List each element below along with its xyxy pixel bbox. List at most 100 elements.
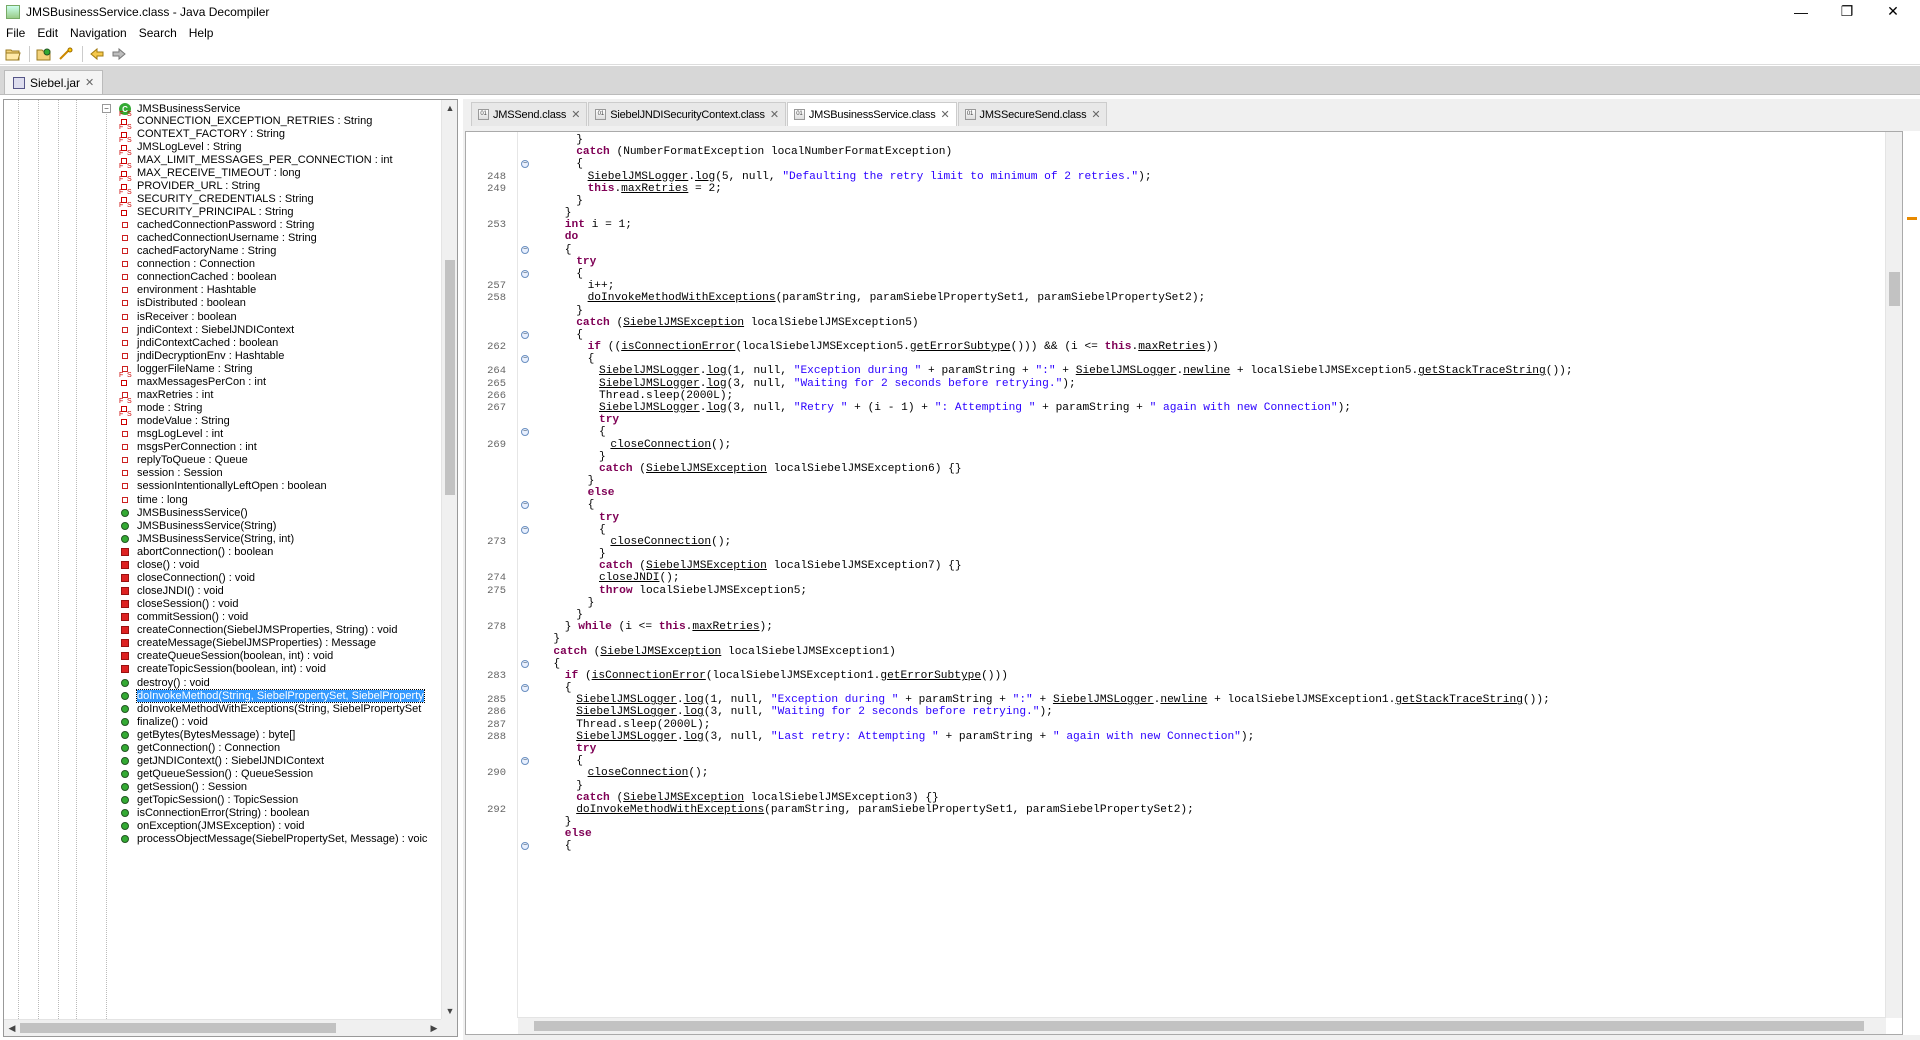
tree-member[interactable]: abortConnection() : boolean xyxy=(119,545,273,558)
tree-member[interactable]: time : long xyxy=(119,493,188,506)
code-token[interactable]: SiebelJMSLogger xyxy=(576,694,677,706)
tree-vertical-scrollbar[interactable]: ▲ ▼ xyxy=(441,100,457,1019)
code-token[interactable]: log xyxy=(695,171,715,183)
tree-member[interactable]: jndiContext : SiebelJNDIContext xyxy=(119,323,294,336)
code-token[interactable]: closeJNDI xyxy=(599,572,659,584)
tree-member[interactable]: sessionIntentionallyLeftOpen : boolean xyxy=(119,480,327,493)
close-tab-icon[interactable]: ✕ xyxy=(85,76,94,89)
code-token[interactable]: SiebelJMSLogger xyxy=(576,731,677,743)
fold-toggle-icon[interactable]: − xyxy=(521,245,529,254)
tree-member[interactable]: createTopicSession(boolean, int) : void xyxy=(119,663,326,676)
close-tab-icon[interactable]: ✕ xyxy=(770,108,779,121)
tree-member[interactable]: getTopicSession() : TopicSession xyxy=(119,794,298,807)
tree-member[interactable]: JMSBusinessService(String, int) xyxy=(119,532,294,545)
tree-member[interactable]: F S maxMessagesPerCon : int xyxy=(119,372,266,388)
tree-member[interactable]: msgsPerConnection : int xyxy=(119,441,257,454)
tree-member[interactable]: jndiDecryptionEnv : Hashtable xyxy=(119,349,284,362)
close-tab-icon[interactable]: ✕ xyxy=(571,108,580,121)
tree-member[interactable]: closeJNDI() : void xyxy=(119,585,224,598)
fold-toggle-icon[interactable]: − xyxy=(521,355,529,364)
tree-member[interactable]: environment : Hashtable xyxy=(119,284,256,297)
code-token[interactable]: isConnectionError xyxy=(592,670,706,682)
scroll-up-icon[interactable]: ▲ xyxy=(442,100,457,116)
tree-member[interactable]: getJNDIContext() : SiebelJNDIContext xyxy=(119,754,324,767)
tree-member[interactable]: session : Session xyxy=(119,467,223,480)
tree-member[interactable]: F S PROVIDER_URL : String xyxy=(119,176,260,192)
tree-member[interactable]: isReceiver : boolean xyxy=(119,310,237,323)
code-token[interactable]: closeConnection xyxy=(610,536,711,548)
code-token[interactable]: log xyxy=(706,402,726,414)
tree-member[interactable]: destroy() : void xyxy=(119,676,210,689)
editor-vertical-scrollbar[interactable] xyxy=(1885,132,1902,1018)
tree-member[interactable]: createMessage(SiebelJMSProperties) : Mes… xyxy=(119,637,376,650)
references-icon[interactable] xyxy=(56,45,76,63)
code-editor[interactable]: − 248 249 253 − − 257 258 − 262 − 264 265 266 267 − 269 −… xyxy=(465,131,1903,1035)
tree-member[interactable]: getBytes(BytesMessage) : byte[] xyxy=(119,728,295,741)
editor-tab[interactable]: 01 SiebelJNDISecurityContext.class ✕ xyxy=(588,102,786,126)
tree-member[interactable]: msgLogLevel : int xyxy=(119,428,223,441)
restore-button[interactable]: ❐ xyxy=(1824,0,1870,23)
tree-member[interactable]: cachedConnectionPassword : String xyxy=(119,219,314,232)
code-token[interactable]: SiebelJMSLogger xyxy=(588,171,689,183)
code-token[interactable]: log xyxy=(684,694,704,706)
code-token[interactable]: maxRetries xyxy=(692,621,759,633)
tree-member[interactable]: JMSBusinessService() xyxy=(119,506,248,519)
collapse-expander[interactable]: − xyxy=(102,104,111,113)
tree-member[interactable]: onException(JMSException) : void xyxy=(119,820,305,833)
code-token[interactable]: log xyxy=(684,731,704,743)
tree-member[interactable]: doInvokeMethod(String, SiebelPropertySet… xyxy=(119,688,425,703)
fold-toggle-icon[interactable]: − xyxy=(521,684,529,693)
editor-tab[interactable]: 01 JMSBusinessService.class ✕ xyxy=(786,102,957,126)
code-token[interactable]: log xyxy=(706,365,726,377)
tree-horizontal-scrollbar[interactable]: ◀ ▶ xyxy=(4,1019,442,1036)
tree-member[interactable]: JMSBusinessService(String) xyxy=(119,519,276,532)
code-token[interactable]: closeConnection xyxy=(610,439,711,451)
tree-member[interactable]: maxRetries : int xyxy=(119,388,213,401)
code-token[interactable]: SiebelJMSException xyxy=(623,317,744,329)
tree-member[interactable]: F S CONTEXT_FACTORY : String xyxy=(119,124,285,140)
editor-horizontal-scrollbar[interactable] xyxy=(518,1017,1886,1034)
tree-member[interactable]: commitSession() : void xyxy=(119,611,248,624)
tree-member[interactable]: F S CONNECTION_EXCEPTION_RETRIES : String xyxy=(119,111,372,127)
code-token[interactable]: closeConnection xyxy=(588,767,689,779)
scroll-down-icon[interactable]: ▼ xyxy=(442,1003,457,1019)
scroll-left-icon[interactable]: ◀ xyxy=(4,1020,20,1036)
code-token[interactable]: SiebelJMSException xyxy=(600,646,721,658)
editor-tab[interactable]: 01 JMSSend.class ✕ xyxy=(471,102,588,126)
menu-navigation[interactable]: Navigation xyxy=(64,26,133,40)
tree-member[interactable]: finalize() : void xyxy=(119,715,208,728)
tree-member[interactable]: closeSession() : void xyxy=(119,598,239,611)
forward-icon[interactable] xyxy=(109,45,129,63)
tree-member[interactable]: processObjectMessage(SiebelPropertySet, … xyxy=(119,833,427,846)
scroll-thumb[interactable] xyxy=(20,1023,336,1033)
tab-siebel-jar[interactable]: Siebel.jar ✕ xyxy=(4,70,104,94)
fold-toggle-icon[interactable]: − xyxy=(521,757,529,766)
tree-member[interactable]: replyToQueue : Queue xyxy=(119,454,248,467)
scroll-thumb[interactable] xyxy=(1889,272,1900,306)
back-icon[interactable] xyxy=(87,45,107,63)
tree-member[interactable]: connectionCached : boolean xyxy=(119,271,276,284)
fold-toggle-icon[interactable]: − xyxy=(521,501,529,510)
tree-member[interactable]: cachedFactoryName : String xyxy=(119,245,276,258)
open-type-icon[interactable] xyxy=(34,45,54,63)
tree-member[interactable]: jndiContextCached : boolean xyxy=(119,336,278,349)
code-token[interactable]: SiebelJMSException xyxy=(646,463,767,475)
tree-member[interactable]: close() : void xyxy=(119,558,199,571)
fold-toggle-icon[interactable]: − xyxy=(521,842,529,851)
code-token[interactable]: isConnectionError xyxy=(621,341,735,353)
tree-member[interactable]: F S modeValue : String xyxy=(119,411,230,428)
code-token[interactable]: SiebelJMSLogger xyxy=(1053,694,1154,706)
tree-member[interactable]: doInvokeMethodWithExceptions(String, Sie… xyxy=(119,702,421,715)
close-tab-icon[interactable]: ✕ xyxy=(941,108,950,121)
code-token[interactable]: newline xyxy=(1160,694,1207,706)
code-token[interactable]: maxRetries xyxy=(621,183,688,195)
occurrence-marker[interactable] xyxy=(1907,217,1917,220)
scroll-thumb[interactable] xyxy=(534,1021,1864,1031)
tree-member[interactable]: F S JMSLogLevel : String xyxy=(119,137,242,153)
editor-tab[interactable]: 01 JMSSecureSend.class ✕ xyxy=(957,102,1108,126)
scroll-thumb[interactable] xyxy=(445,260,455,495)
tree-member[interactable]: loggerFileName : String xyxy=(119,362,253,375)
tree-member[interactable]: connection : Connection xyxy=(119,258,255,271)
fold-toggle-icon[interactable]: − xyxy=(521,160,529,169)
tree-member[interactable]: F S SECURITY_CREDENTIALS : String xyxy=(119,189,314,205)
